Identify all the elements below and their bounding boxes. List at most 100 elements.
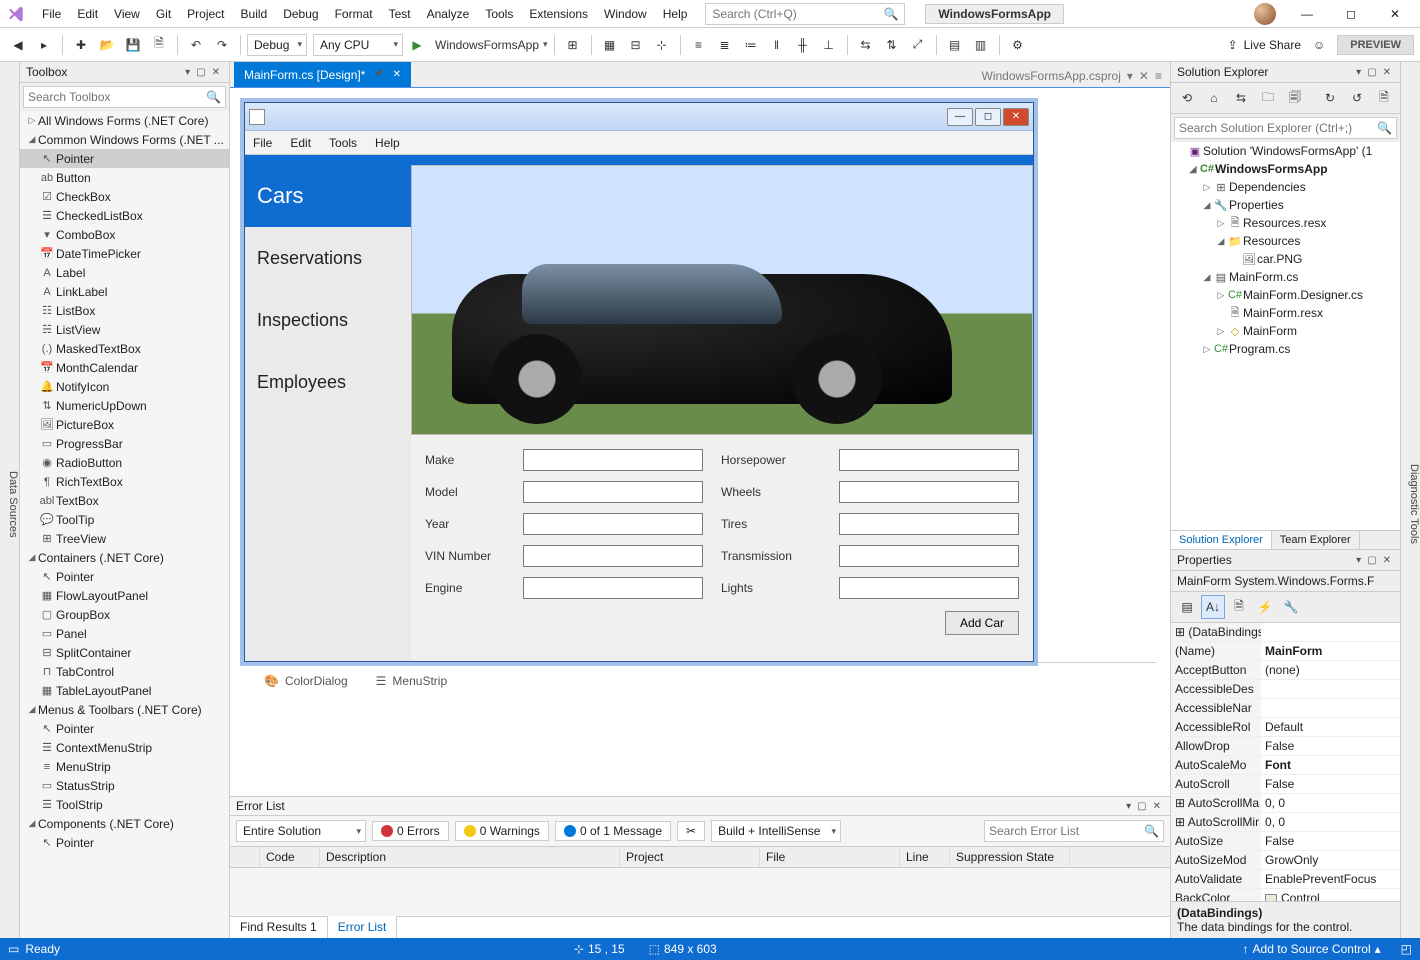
filter-icon-pill[interactable]: ✂ [677, 821, 705, 841]
component-tray[interactable]: 🎨ColorDialog ☰MenuStrip [244, 662, 1156, 698]
form-close-button[interactable]: ✕ [1003, 108, 1029, 126]
error-list-columns[interactable]: CodeDescriptionProjectFileLineSuppressio… [230, 847, 1170, 868]
solution-node[interactable]: ◢C#WindowsFormsApp [1171, 160, 1400, 178]
property-row[interactable]: AccessibleRolDefault [1171, 718, 1400, 737]
spacing-icon-1[interactable]: ⇆ [854, 33, 878, 57]
save-icon[interactable]: 💾 [121, 33, 145, 57]
solution-node[interactable]: 🗎MainForm.resx [1171, 304, 1400, 322]
sol-prop-icon[interactable]: ↺ [1345, 86, 1369, 110]
toolbox-item-splitcontainer[interactable]: ⊟SplitContainer [20, 643, 229, 662]
toolbox-item-tooltip[interactable]: 💬ToolTip [20, 510, 229, 529]
tab-find-results[interactable]: Find Results 1 [230, 917, 328, 938]
redo-icon[interactable]: ↷ [210, 33, 234, 57]
field-input-year[interactable] [523, 513, 703, 535]
menu-extensions[interactable]: Extensions [521, 3, 596, 25]
solution-node[interactable]: 🖼car.PNG [1171, 250, 1400, 268]
toolbox-item-textbox[interactable]: ablTextBox [20, 491, 229, 510]
form-menubar[interactable]: FileEditToolsHelp [245, 131, 1033, 155]
toolbox-search[interactable]: 🔍 [23, 86, 226, 108]
toolbox-item-linklabel[interactable]: ALinkLabel [20, 282, 229, 301]
toolbox-item-tabcontrol[interactable]: ⊓TabControl [20, 662, 229, 681]
close-icon[interactable]: ✕ [1383, 555, 1391, 566]
feedback-icon[interactable]: ☺ [1313, 38, 1325, 52]
field-input-vin-number[interactable] [523, 545, 703, 567]
sol-showall-icon[interactable]: 🗐 [1283, 86, 1307, 110]
toolbox-item-statusstrip[interactable]: ▭StatusStrip [20, 776, 229, 795]
solution-node[interactable]: ▣Solution 'WindowsFormsApp' (1 [1171, 142, 1400, 160]
add-source-control[interactable]: ↑Add to Source Control▴ [1243, 942, 1381, 956]
menu-project[interactable]: Project [179, 3, 232, 25]
solution-search-input[interactable] [1179, 118, 1377, 138]
solution-tree[interactable]: ▣Solution 'WindowsFormsApp' (1◢C#Windows… [1171, 142, 1400, 530]
align-icon-5[interactable]: ╫ [791, 33, 815, 57]
tab-pin-icon[interactable]: 🖈 [374, 66, 383, 83]
property-row[interactable]: BackColorControl [1171, 889, 1400, 901]
align-icon-2[interactable]: ≣ [713, 33, 737, 57]
live-share-label[interactable]: Live Share [1244, 38, 1301, 52]
solution-node[interactable]: ▷◇MainForm [1171, 322, 1400, 340]
tab-error-list[interactable]: Error List [328, 916, 398, 938]
menu-tools[interactable]: Tools [477, 3, 521, 25]
toolbox-item-toolstrip[interactable]: ☰ToolStrip [20, 795, 229, 814]
properties-grid[interactable]: ⊞ (DataBindings (Name)MainForm AcceptBut… [1171, 623, 1400, 901]
solution-search[interactable]: 🔍 [1174, 117, 1397, 139]
toolbox-item-datetimepicker[interactable]: 📅DateTimePicker [20, 244, 229, 263]
prop-wrench-icon[interactable]: 🔧 [1279, 595, 1303, 619]
run-target-label[interactable]: WindowsFormsApp [435, 38, 539, 52]
quick-launch-input[interactable] [712, 7, 883, 21]
toolbox-tree[interactable]: All Windows Forms (.NET Core)Common Wind… [20, 111, 229, 938]
field-input-transmission[interactable] [839, 545, 1019, 567]
property-row[interactable]: ⊞ (DataBindings [1171, 623, 1400, 642]
designer-surface[interactable]: — ◻ ✕ FileEditToolsHelp CarsReservations… [230, 88, 1170, 796]
live-share-icon[interactable]: ⇪ [1228, 38, 1238, 52]
property-row[interactable]: AccessibleDes [1171, 680, 1400, 699]
nav-reservations[interactable]: Reservations [245, 227, 411, 289]
toolbox-item-progressbar[interactable]: ▭ProgressBar [20, 434, 229, 453]
toolbox-item-pointer[interactable]: ↖Pointer [20, 567, 229, 586]
pin-icon[interactable]: ▢ [196, 67, 205, 78]
tool-icon-4[interactable]: ⊹ [650, 33, 674, 57]
form-menu-help[interactable]: Help [375, 136, 400, 150]
form-menu-file[interactable]: File [253, 136, 272, 150]
errors-pill[interactable]: 0 Errors [372, 821, 449, 841]
field-input-lights[interactable] [839, 577, 1019, 599]
error-list-search[interactable]: 🔍 [984, 820, 1164, 842]
nav-cars[interactable]: Cars [245, 165, 411, 227]
toolbox-item-richtextbox[interactable]: ¶RichTextBox [20, 472, 229, 491]
spacing-icon-3[interactable]: ⤢ [906, 33, 930, 57]
menu-edit[interactable]: Edit [69, 3, 106, 25]
tool-icon-1[interactable]: ⊞ [561, 33, 585, 57]
solution-node[interactable]: ▷C#MainForm.Designer.cs [1171, 286, 1400, 304]
minimize-button[interactable]: — [1286, 2, 1328, 26]
field-input-horsepower[interactable] [839, 449, 1019, 471]
form-side-nav[interactable]: CarsReservationsInspectionsEmployees [245, 165, 411, 661]
field-input-model[interactable] [523, 481, 703, 503]
toolbox-item-menustrip[interactable]: ≡MenuStrip [20, 757, 229, 776]
sol-home-icon[interactable]: ⟲ [1175, 86, 1199, 110]
preview-button[interactable]: PREVIEW [1337, 35, 1414, 55]
build-filter-combo[interactable]: Build + IntelliSense [711, 820, 841, 842]
nav-employees[interactable]: Employees [245, 351, 411, 413]
dropdown-icon[interactable]: ▾ [1356, 67, 1361, 78]
start-debug-icon[interactable]: ▶ [405, 33, 429, 57]
config-combo[interactable]: Debug [247, 34, 307, 56]
form-menu-edit[interactable]: Edit [290, 136, 311, 150]
pin-icon[interactable]: ▢ [1367, 555, 1376, 566]
toolbox-group[interactable]: Menus & Toolbars (.NET Core) [20, 700, 229, 719]
toolbox-item-pointer[interactable]: ↖Pointer [20, 149, 229, 168]
warnings-pill[interactable]: 0 Warnings [455, 821, 549, 841]
pin-icon[interactable]: ▢ [1137, 801, 1146, 812]
data-sources-side-tab[interactable]: Data Sources [0, 62, 20, 938]
close-button[interactable]: ✕ [1374, 2, 1416, 26]
nav-inspections[interactable]: Inspections [245, 289, 411, 351]
align-icon-3[interactable]: ≔ [739, 33, 763, 57]
property-row[interactable]: AutoValidateEnablePreventFocus [1171, 870, 1400, 889]
menu-git[interactable]: Git [148, 3, 179, 25]
tab-close-icon[interactable]: ✕ [393, 69, 401, 80]
property-row[interactable]: AutoSizeFalse [1171, 832, 1400, 851]
sol-collapse-icon[interactable]: ↻ [1318, 86, 1342, 110]
menu-analyze[interactable]: Analyze [419, 3, 478, 25]
prop-events-icon[interactable]: ⚡ [1253, 595, 1277, 619]
order-icon-1[interactable]: ▤ [943, 33, 967, 57]
properties-object[interactable]: MainForm System.Windows.Forms.F [1171, 571, 1400, 592]
